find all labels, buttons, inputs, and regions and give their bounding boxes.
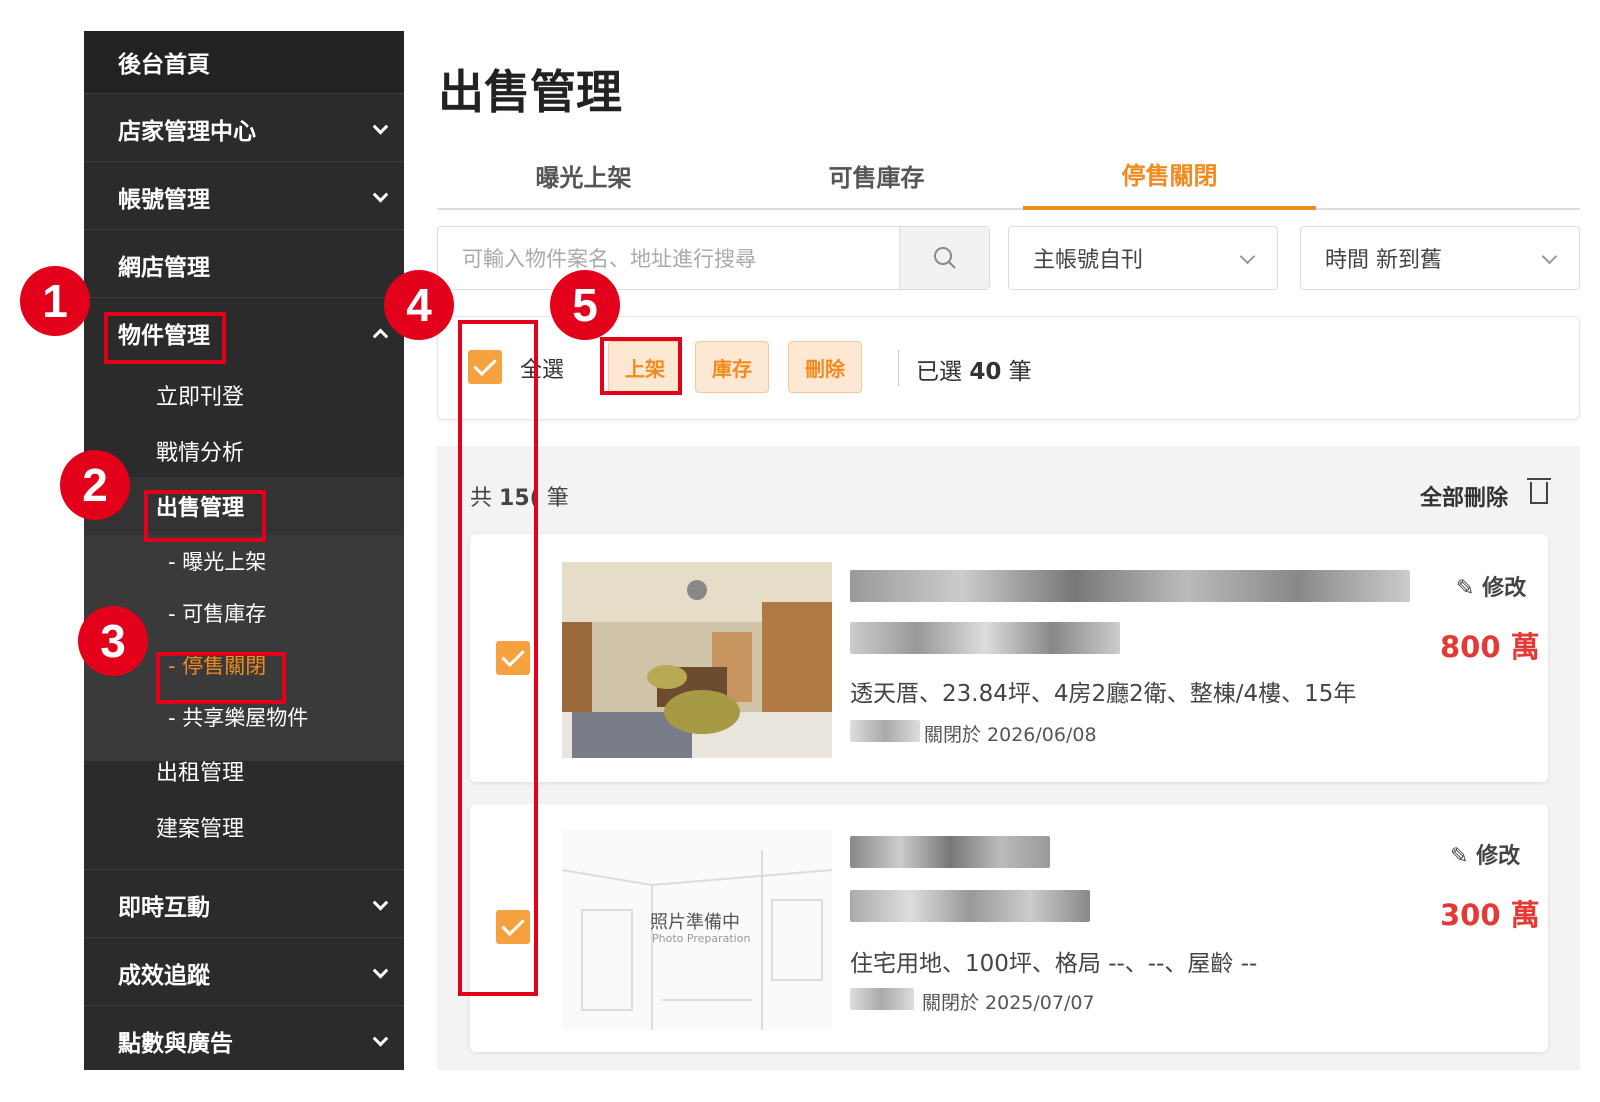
account-select[interactable]: 主帳號自刊 bbox=[1008, 226, 1278, 290]
sort-select[interactable]: 時間 新到舊 bbox=[1300, 226, 1580, 290]
delete-button[interactable]: 刪除 bbox=[788, 341, 862, 393]
chevron-down-icon bbox=[372, 186, 389, 203]
chevron-down-icon bbox=[1541, 248, 1558, 265]
account-select-value: 主帳號自刊 bbox=[1033, 248, 1144, 273]
annotation-box-property bbox=[104, 312, 226, 364]
sidebar-item-performance[interactable]: 成效追蹤 bbox=[84, 937, 404, 1007]
chevron-down-icon bbox=[1239, 248, 1256, 265]
blurred-text bbox=[850, 988, 914, 1010]
closed-date: 關閉於 2025/07/07 bbox=[922, 992, 1095, 1014]
property-meta: 透天厝、23.84坪、4房2廳2衛、整棟/4樓、15年 bbox=[850, 681, 1357, 707]
chevron-down-icon bbox=[372, 1030, 389, 1047]
annotation-box-publish bbox=[600, 337, 682, 395]
chevron-down-icon bbox=[372, 894, 389, 911]
sidebar-item-label: 網店管理 bbox=[118, 254, 210, 281]
photo-placeholder-text: 照片準備中 bbox=[650, 912, 740, 933]
tab-bar: 曝光上架 可售庫存 停售關閉 bbox=[437, 140, 1580, 210]
sidebar-item-label: 店家管理中心 bbox=[118, 118, 256, 145]
sidebar-item-home[interactable]: 後台首頁 bbox=[84, 31, 404, 93]
sort-select-value: 時間 新到舊 bbox=[1325, 248, 1442, 273]
search-button[interactable] bbox=[899, 227, 989, 289]
price: 300 萬 bbox=[1440, 898, 1540, 932]
blurred-text bbox=[850, 720, 920, 742]
annotation-circle-2: 2 bbox=[60, 450, 130, 520]
sidebar: 後台首頁 店家管理中心 帳號管理 網店管理 物件管理 立即刊登 戰情分析 出售管… bbox=[84, 31, 404, 1070]
sidebar-item-label: 即時互動 bbox=[118, 894, 210, 921]
blurred-title bbox=[850, 836, 1050, 868]
search-icon bbox=[933, 247, 956, 269]
delete-all-button[interactable]: 全部刪除 bbox=[1420, 480, 1508, 512]
search-input[interactable]: 可輸入物件案名、地址進行搜尋 bbox=[438, 227, 899, 289]
sidebar-item-online-store[interactable]: 網店管理 bbox=[84, 229, 404, 299]
sidebar-sub-post-now[interactable]: 立即刊登 bbox=[84, 367, 404, 423]
blurred-address bbox=[850, 622, 1120, 654]
edit-icon: ✎ bbox=[1456, 576, 1475, 601]
annotation-circle-1: 1 bbox=[20, 266, 90, 336]
annotation-box-stopped bbox=[156, 652, 286, 704]
tab-exposed[interactable]: 曝光上架 bbox=[437, 140, 730, 210]
sidebar-item-points-ads[interactable]: 點數與廣告 bbox=[84, 1005, 404, 1075]
app-root: 後台首頁 店家管理中心 帳號管理 網店管理 物件管理 立即刊登 戰情分析 出售管… bbox=[0, 0, 1600, 1102]
sidebar-item-label: 成效追蹤 bbox=[118, 962, 210, 989]
sidebar-sub-rent-management[interactable]: 出租管理 bbox=[84, 743, 404, 799]
chevron-up-icon bbox=[372, 328, 389, 344]
sidebar-item-label: 點數與廣告 bbox=[118, 1030, 233, 1057]
annotation-box-checkboxes bbox=[458, 320, 538, 996]
annotation-circle-3: 3 bbox=[78, 606, 148, 676]
sidebar-item-label: 帳號管理 bbox=[118, 186, 210, 213]
property-meta: 住宅用地、100坪、格局 --、--、屋齡 -- bbox=[850, 951, 1258, 977]
chevron-down-icon bbox=[372, 962, 389, 979]
annotation-box-sale bbox=[144, 490, 266, 542]
sidebar-sub-project-management[interactable]: 建案管理 bbox=[84, 799, 404, 855]
sidebar-subsub-exposed[interactable]: - 曝光上架 bbox=[84, 535, 404, 587]
edit-icon: ✎ bbox=[1450, 844, 1469, 869]
selected-count: 已選 40 筆 bbox=[916, 359, 1032, 385]
sidebar-item-account[interactable]: 帳號管理 bbox=[84, 161, 404, 231]
page-title: 出售管理 bbox=[438, 65, 622, 119]
price: 800 萬 bbox=[1440, 630, 1540, 664]
edit-button[interactable]: ✎ 修改 bbox=[1456, 570, 1526, 602]
sidebar-item-interaction[interactable]: 即時互動 bbox=[84, 869, 404, 939]
photo-placeholder-subtext: Photo Preparation bbox=[652, 932, 751, 945]
closed-date: 關閉於 2026/06/08 bbox=[924, 724, 1097, 746]
blurred-title bbox=[850, 570, 1410, 602]
search-box: 可輸入物件案名、地址進行搜尋 bbox=[437, 226, 990, 290]
annotation-circle-5: 5 bbox=[550, 270, 620, 340]
sidebar-item-store-center[interactable]: 店家管理中心 bbox=[84, 93, 404, 163]
tab-inventory[interactable]: 可售庫存 bbox=[730, 140, 1023, 210]
trash-icon[interactable] bbox=[1527, 478, 1551, 504]
inventory-button[interactable]: 庫存 bbox=[695, 341, 769, 393]
tab-stopped[interactable]: 停售關閉 bbox=[1023, 140, 1316, 210]
annotation-circle-4: 4 bbox=[384, 270, 454, 340]
blurred-address bbox=[850, 890, 1090, 922]
edit-button[interactable]: ✎ 修改 bbox=[1450, 838, 1520, 870]
chevron-down-icon bbox=[372, 118, 389, 135]
divider bbox=[898, 350, 899, 386]
sidebar-sub-analysis[interactable]: 戰情分析 bbox=[84, 423, 404, 479]
property-photo[interactable] bbox=[562, 562, 832, 758]
